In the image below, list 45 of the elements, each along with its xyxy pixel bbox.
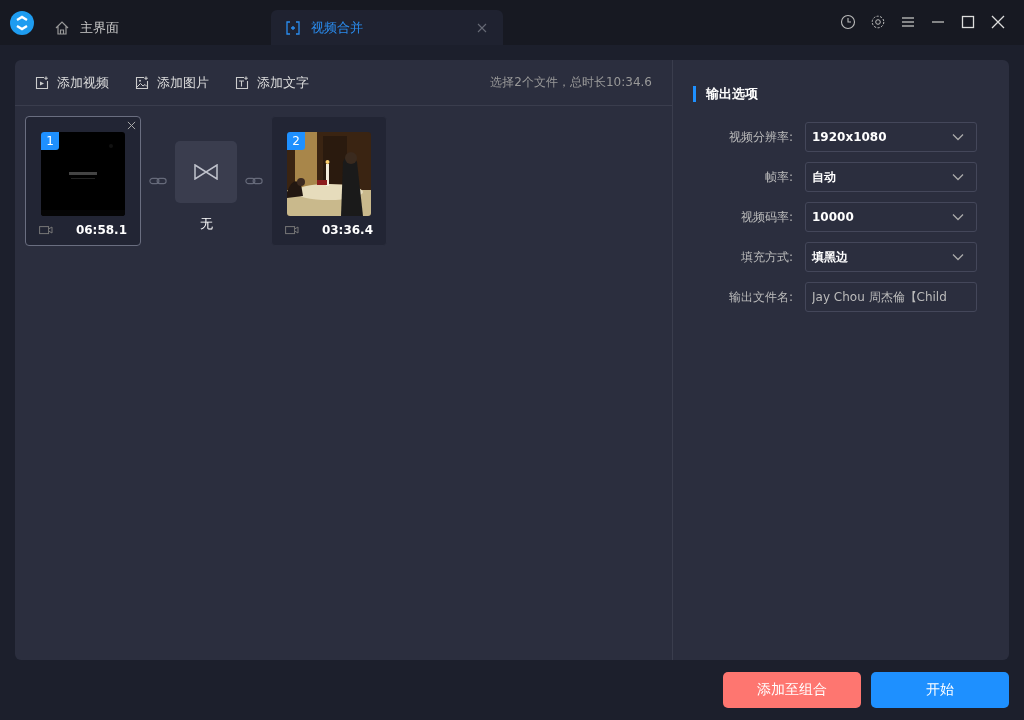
add-button[interactable]: 添加视频 xyxy=(35,73,109,92)
add-video-icon xyxy=(35,75,49,90)
clip-number-badge: 2 xyxy=(287,132,305,150)
transition-label: 无 xyxy=(199,215,213,233)
video-clip-card[interactable]: 2 03:36.4 xyxy=(271,116,387,246)
close-icon[interactable] xyxy=(127,121,136,130)
chevron-down-icon xyxy=(952,173,964,181)
dropdown[interactable]: 自动 xyxy=(805,162,977,192)
add-button[interactable]: 添加文字 xyxy=(235,73,309,92)
add-button[interactable]: 添加图片 xyxy=(135,73,209,92)
video-clip-card[interactable]: 1 06:58.1 xyxy=(25,116,141,246)
settings-icon[interactable] xyxy=(870,14,886,30)
chevron-down-icon xyxy=(952,133,964,141)
field-label: 帧率: xyxy=(763,168,793,186)
field-label: 输出文件名: xyxy=(727,288,793,306)
filename-field[interactable]: Jay Chou 周杰倫【Child xyxy=(805,282,977,312)
field-label: 填充方式: xyxy=(739,248,793,266)
tab[interactable]: 主界面 xyxy=(34,10,246,45)
field-label: 视频分辨率: xyxy=(727,128,793,146)
dropdown[interactable]: 1920x1080 xyxy=(805,122,977,152)
link-icon xyxy=(149,176,167,186)
menu-icon[interactable] xyxy=(900,14,916,30)
merge-icon xyxy=(285,19,301,36)
video-camera-icon xyxy=(285,225,299,235)
chevron-down-icon xyxy=(952,213,964,221)
summary-text: 选择2个文件，总时长10:34.6 xyxy=(490,74,652,91)
link-icon xyxy=(245,176,263,186)
tab[interactable]: 视频合并 xyxy=(271,10,503,45)
app-logo-icon xyxy=(10,11,34,35)
home-icon xyxy=(54,19,70,36)
add-text-icon xyxy=(235,75,249,90)
video-camera-icon xyxy=(39,225,53,235)
maximize-icon[interactable] xyxy=(960,14,976,30)
section-title: 输出选项 xyxy=(693,86,989,102)
clip-duration: 03:36.4 xyxy=(321,223,373,237)
add-image-icon xyxy=(135,75,149,90)
bowtie-icon xyxy=(194,164,218,180)
dropdown[interactable]: 10000 xyxy=(805,202,977,232)
transition-button[interactable] xyxy=(175,141,237,203)
field-label: 视频码率: xyxy=(739,208,793,226)
clock-icon[interactable] xyxy=(840,14,856,30)
chevron-down-icon xyxy=(952,253,964,261)
clip-number-badge: 1 xyxy=(41,132,59,150)
clip-duration: 06:58.1 xyxy=(75,223,127,237)
dropdown[interactable]: 填黑边 xyxy=(805,242,977,272)
